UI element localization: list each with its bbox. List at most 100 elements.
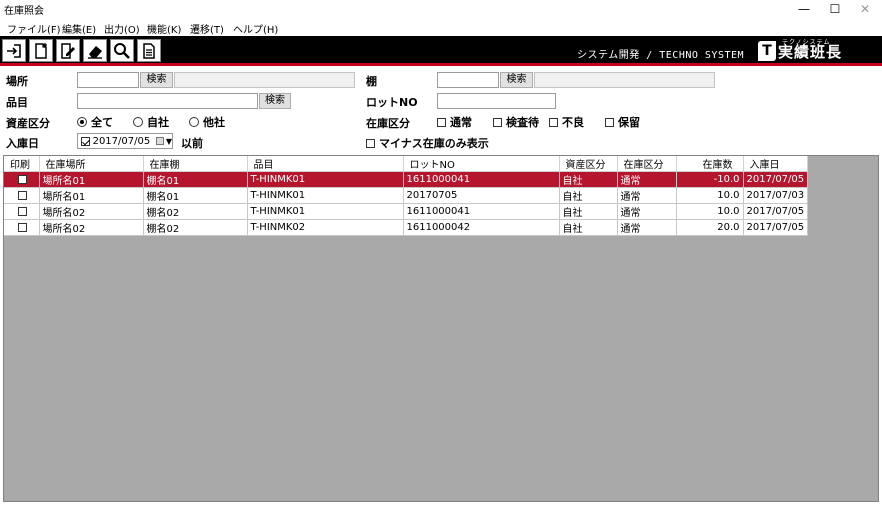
edit-document-icon bbox=[61, 42, 75, 59]
checkbox-icon bbox=[549, 117, 558, 127]
stock-class-cell: 通常 bbox=[617, 203, 677, 220]
new-button[interactable] bbox=[29, 39, 53, 62]
minus-stock-only-checkbox[interactable]: マイナス在庫のみ表示 bbox=[366, 135, 489, 151]
checkbox-icon[interactable] bbox=[18, 207, 28, 216]
col-print[interactable]: 印刷 bbox=[4, 156, 40, 172]
location-name-field bbox=[174, 72, 355, 88]
print-cell[interactable] bbox=[4, 187, 40, 204]
location-cell: 場所名01 bbox=[39, 187, 144, 204]
lot-cell: 20170705 bbox=[403, 187, 560, 204]
checkbox-icon bbox=[605, 117, 614, 127]
asset-radio-all[interactable]: 全て bbox=[77, 114, 113, 130]
date-enabled-checkbox-icon[interactable] bbox=[81, 136, 90, 146]
radio-selected-icon bbox=[77, 117, 87, 127]
menu-transition[interactable]: 遷移(T) bbox=[190, 21, 224, 36]
stock-grid[interactable]: 印刷 在庫場所 在庫棚 品目 ロットNO 資産区分 在庫区分 在庫数 入庫日 場… bbox=[3, 155, 879, 502]
col-shelf[interactable]: 在庫棚 bbox=[143, 156, 248, 172]
item-cell: T-HINMK01 bbox=[247, 203, 404, 220]
col-quantity[interactable]: 在庫数 bbox=[676, 156, 744, 172]
title-bar: 在庫照会 — ☐ ✕ bbox=[0, 0, 882, 18]
menu-output[interactable]: 出力(O) bbox=[104, 21, 140, 36]
print-cell[interactable] bbox=[4, 203, 40, 220]
calendar-icon bbox=[156, 137, 164, 145]
col-item[interactable]: 品目 bbox=[247, 156, 404, 172]
quantity-cell: -10.0 bbox=[676, 171, 744, 188]
logo-subtext: テクノシステム bbox=[782, 39, 831, 46]
shelf-label: 棚 bbox=[366, 75, 377, 88]
lot-cell: 1611000041 bbox=[403, 171, 560, 188]
location-code-input[interactable] bbox=[77, 72, 139, 88]
asset-radio-other[interactable]: 他社 bbox=[189, 114, 225, 130]
lot-number-input[interactable] bbox=[437, 93, 556, 109]
menu-file[interactable]: ファイル(F) bbox=[7, 21, 61, 36]
menu-edit[interactable]: 編集(E) bbox=[62, 21, 96, 36]
table-header-row: 印刷 在庫場所 在庫棚 品目 ロットNO 資産区分 在庫区分 在庫数 入庫日 bbox=[4, 156, 809, 172]
item-label: 品目 bbox=[6, 96, 28, 109]
shelf-name-field bbox=[534, 72, 715, 88]
item-cell: T-HINMK01 bbox=[247, 187, 404, 204]
table-row[interactable]: 場所名01 棚名01 T-HINMK01 20170705 自社 通常 10.0… bbox=[4, 187, 809, 204]
stock-table: 印刷 在庫場所 在庫棚 品目 ロットNO 資産区分 在庫区分 在庫数 入庫日 場… bbox=[4, 156, 809, 236]
print-cell[interactable] bbox=[4, 219, 40, 236]
menu-help[interactable]: ヘルプ(H) bbox=[233, 21, 278, 36]
minimize-button[interactable]: — bbox=[787, 0, 821, 18]
col-receipt-date[interactable]: 入庫日 bbox=[743, 156, 809, 172]
stock-class-cell: 通常 bbox=[617, 219, 677, 236]
stock-check-normal[interactable]: 通常 bbox=[437, 114, 472, 130]
checkbox-icon[interactable] bbox=[18, 191, 28, 200]
exit-button[interactable] bbox=[2, 39, 26, 62]
stock-class-label: 在庫区分 bbox=[366, 117, 410, 130]
receipt-date-cell: 2017/07/05 bbox=[743, 203, 809, 220]
quantity-cell: 10.0 bbox=[676, 203, 744, 220]
col-stock-class[interactable]: 在庫区分 bbox=[617, 156, 677, 172]
logo-mark: T bbox=[758, 41, 776, 61]
table-row[interactable]: 場所名02 棚名02 T-HINMK02 1611000042 自社 通常 20… bbox=[4, 219, 809, 236]
close-button[interactable]: ✕ bbox=[848, 0, 882, 18]
table-row[interactable]: 場所名01 棚名01 T-HINMK01 1611000041 自社 通常 -1… bbox=[4, 171, 809, 188]
eraser-icon bbox=[88, 45, 102, 59]
print-button[interactable] bbox=[137, 39, 161, 62]
search-icon bbox=[114, 42, 130, 59]
print-cell[interactable] bbox=[4, 171, 40, 188]
receipt-date-label: 入庫日 bbox=[6, 137, 39, 150]
item-cell: T-HINMK02 bbox=[247, 219, 404, 236]
stock-class-cell: 通常 bbox=[617, 187, 677, 204]
maximize-button[interactable]: ☐ bbox=[818, 0, 852, 18]
menu-function[interactable]: 機能(K) bbox=[147, 21, 181, 36]
location-cell: 場所名02 bbox=[39, 203, 144, 220]
shelf-search-button[interactable]: 検索 bbox=[500, 72, 533, 88]
location-cell: 場所名01 bbox=[39, 171, 144, 188]
stock-check-pending-inspection[interactable]: 検査待 bbox=[493, 114, 539, 130]
col-asset-class[interactable]: 資産区分 bbox=[559, 156, 618, 172]
stock-check-defective[interactable]: 不良 bbox=[549, 114, 584, 130]
radio-icon bbox=[189, 117, 199, 127]
shelf-code-input[interactable] bbox=[437, 72, 499, 88]
document-list-icon bbox=[143, 42, 155, 59]
product-logo: T 実績班長 テクノシステム bbox=[758, 39, 842, 62]
item-code-input[interactable] bbox=[77, 93, 258, 109]
location-search-button[interactable]: 検索 bbox=[140, 72, 173, 88]
asset-class-cell: 自社 bbox=[559, 187, 618, 204]
toolbar: システム開発 / TECHNO SYSTEM T 実績班長 テクノシステム bbox=[0, 36, 882, 66]
checkbox-icon[interactable] bbox=[18, 223, 28, 232]
asset-class-cell: 自社 bbox=[559, 219, 618, 236]
col-lot[interactable]: ロットNO bbox=[403, 156, 560, 172]
table-row[interactable]: 場所名02 棚名02 T-HINMK01 1611000041 自社 通常 10… bbox=[4, 203, 809, 220]
stock-check-hold[interactable]: 保留 bbox=[605, 114, 640, 130]
menu-bar: ファイル(F) 編集(E) 出力(O) 機能(K) 遷移(T) ヘルプ(H) bbox=[0, 18, 882, 36]
shelf-cell: 棚名02 bbox=[143, 219, 248, 236]
clear-button[interactable] bbox=[83, 39, 107, 62]
shelf-cell: 棚名01 bbox=[143, 187, 248, 204]
receipt-date-picker[interactable]: 2017/07/05 ▼ bbox=[77, 133, 173, 149]
search-button[interactable] bbox=[110, 39, 134, 62]
chevron-down-icon[interactable]: ▼ bbox=[166, 137, 172, 146]
col-location[interactable]: 在庫場所 bbox=[39, 156, 144, 172]
asset-radio-own[interactable]: 自社 bbox=[133, 114, 169, 130]
receipt-date-cell: 2017/07/03 bbox=[743, 187, 809, 204]
asset-class-cell: 自社 bbox=[559, 171, 618, 188]
edit-button[interactable] bbox=[56, 39, 80, 62]
checkbox-icon[interactable] bbox=[18, 175, 28, 184]
shelf-cell: 棚名02 bbox=[143, 203, 248, 220]
item-search-button[interactable]: 検索 bbox=[259, 93, 291, 109]
shelf-cell: 棚名01 bbox=[143, 171, 248, 188]
